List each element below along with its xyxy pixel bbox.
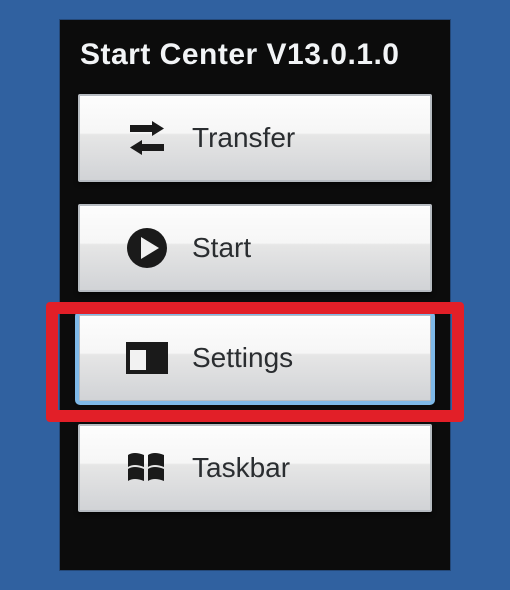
settings-label: Settings <box>192 342 293 374</box>
taskbar-button[interactable]: Taskbar <box>78 424 432 512</box>
play-icon <box>124 225 170 271</box>
transfer-label: Transfer <box>192 122 295 154</box>
taskbar-label: Taskbar <box>192 452 290 484</box>
start-label: Start <box>192 232 251 264</box>
windows-icon <box>124 445 170 491</box>
start-button[interactable]: Start <box>78 204 432 292</box>
button-list: Transfer Start Settings <box>60 94 450 512</box>
page-title: Start Center V13.0.1.0 <box>60 20 450 94</box>
settings-icon <box>124 335 170 381</box>
start-center-panel: Start Center V13.0.1.0 Transfer <box>60 20 450 570</box>
transfer-button[interactable]: Transfer <box>78 94 432 182</box>
settings-button[interactable]: Settings <box>78 314 432 402</box>
transfer-icon <box>124 115 170 161</box>
